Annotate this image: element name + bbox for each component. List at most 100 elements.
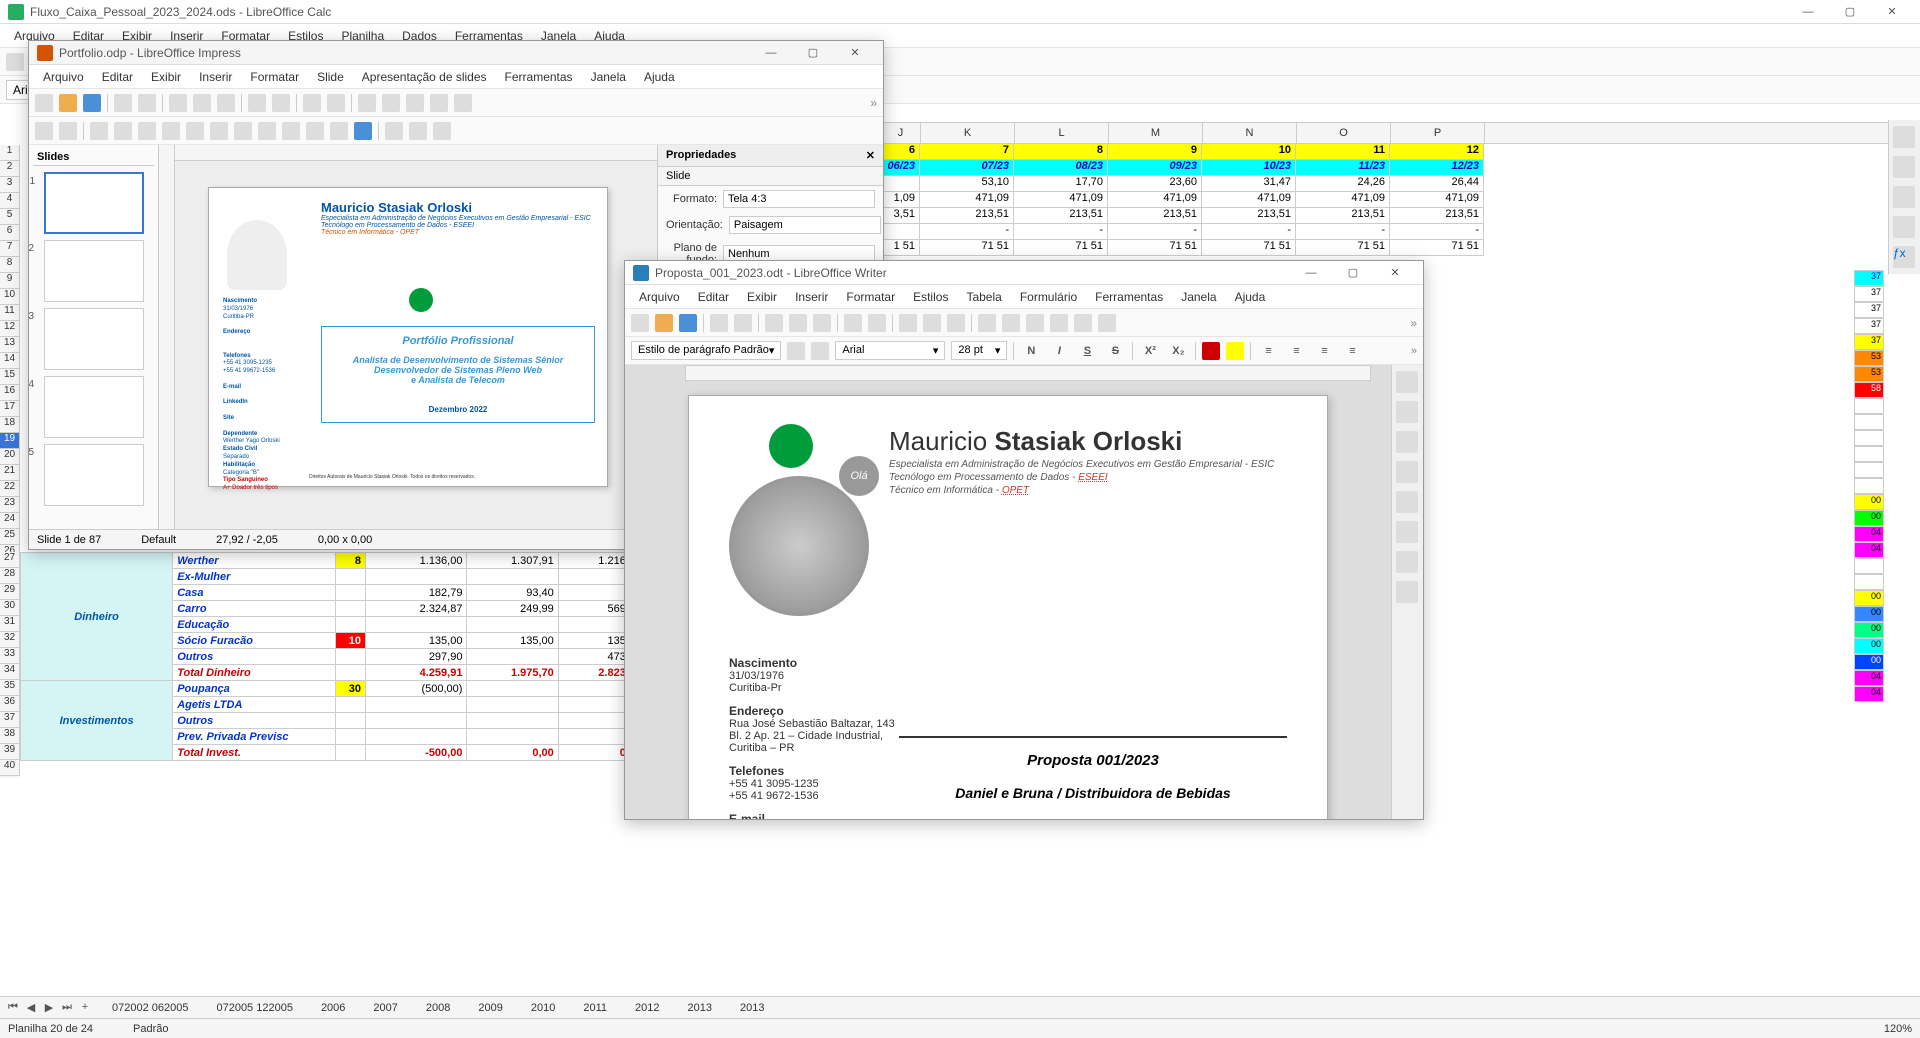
sheet-tab[interactable]: 2013	[732, 1000, 772, 1016]
slide-thumbnail-5[interactable]: 5	[44, 444, 144, 506]
menu-item[interactable]: Janela	[583, 67, 634, 87]
ellipse-icon[interactable]	[138, 122, 156, 140]
menu-item[interactable]: Ajuda	[636, 67, 683, 87]
menu-item[interactable]: Formatar	[838, 287, 903, 307]
cell[interactable]: 471,09	[1108, 192, 1202, 208]
cell[interactable]: -	[1014, 224, 1108, 240]
row-header[interactable]: 33	[0, 648, 20, 664]
close-button[interactable]: ✕	[1375, 262, 1415, 284]
writer-canvas[interactable]: Mauricio Stasiak Orloski Especialista em…	[625, 365, 1391, 819]
find-icon[interactable]	[303, 94, 321, 112]
row-header[interactable]: 4	[0, 193, 20, 209]
cell[interactable]: 12/23	[1390, 160, 1484, 176]
align-left-button[interactable]: ≡	[1257, 340, 1279, 362]
paste-icon[interactable]	[813, 314, 831, 332]
slide-canvas[interactable]: Mauricio Stasiak Orloski Especialista em…	[159, 145, 657, 529]
cell[interactable]: 182,79	[366, 585, 467, 601]
curve-icon[interactable]	[186, 122, 204, 140]
properties-section[interactable]: Slide	[658, 167, 883, 186]
export-pdf-icon[interactable]	[710, 314, 728, 332]
row-header[interactable]: 9	[0, 273, 20, 289]
strike-button[interactable]: S	[1104, 340, 1126, 362]
cell[interactable]: 17,70	[1014, 176, 1108, 192]
cell[interactable]: 1.136,00	[366, 553, 467, 569]
minimize-button[interactable]: —	[1291, 262, 1331, 284]
cell[interactable]: 135,00	[467, 633, 558, 649]
menu-item[interactable]: Apresentação de slides	[354, 67, 495, 87]
zoom-icon[interactable]	[59, 122, 77, 140]
align-icon[interactable]	[409, 122, 427, 140]
cell[interactable]: 0,00	[467, 745, 558, 761]
highlight-icon[interactable]	[1226, 342, 1244, 360]
sheet-tab[interactable]: 072002 062005	[104, 1000, 196, 1016]
row-header[interactable]: 28	[0, 568, 20, 584]
copy-icon[interactable]	[789, 314, 807, 332]
row-header[interactable]: 38	[0, 728, 20, 744]
rotate-icon[interactable]	[385, 122, 403, 140]
textbox-icon[interactable]	[430, 94, 448, 112]
cell[interactable]: 08/23	[1014, 160, 1108, 176]
cell[interactable]	[880, 224, 920, 240]
3d-icon[interactable]	[354, 122, 372, 140]
cell[interactable]: 1.975,70	[467, 665, 558, 681]
connector-icon[interactable]	[210, 122, 228, 140]
cell[interactable]: Ex-Mulher	[173, 569, 335, 585]
sidebar-page-icon[interactable]	[1396, 491, 1418, 513]
print-icon[interactable]	[138, 94, 156, 112]
format-combo[interactable]	[723, 190, 875, 208]
sheet-tab[interactable]: 2007	[365, 1000, 405, 1016]
cell[interactable]: Total Dinheiro	[173, 665, 335, 681]
cell[interactable]: 10/23	[1202, 160, 1296, 176]
align-justify-button[interactable]: ≡	[1341, 340, 1363, 362]
line-icon[interactable]	[90, 122, 108, 140]
col-header[interactable]: L	[1015, 123, 1109, 143]
sheet-tab[interactable]: 072005 122005	[208, 1000, 300, 1016]
font-color-icon[interactable]	[1202, 342, 1220, 360]
cell[interactable]: 26,44	[1390, 176, 1484, 192]
row-header[interactable]: 11	[0, 305, 20, 321]
stars-icon[interactable]	[306, 122, 324, 140]
cell[interactable]: 71 51	[1202, 240, 1296, 256]
cell[interactable]: 213,51	[1202, 208, 1296, 224]
menu-item[interactable]: Ferramentas	[497, 67, 581, 87]
cell[interactable]: 71 51	[1390, 240, 1484, 256]
rect-icon[interactable]	[114, 122, 132, 140]
formatting-marks-icon[interactable]	[947, 314, 965, 332]
callouts-icon[interactable]	[330, 122, 348, 140]
col-header[interactable]: J	[881, 123, 921, 143]
cell[interactable]: 2.324,87	[366, 601, 467, 617]
sidebar-navigator-icon[interactable]	[1893, 216, 1915, 238]
menu-item[interactable]: Janela	[1173, 287, 1224, 307]
sheet-tab[interactable]: 2012	[627, 1000, 667, 1016]
sidebar-styles-icon[interactable]	[1893, 156, 1915, 178]
row-header[interactable]: 13	[0, 337, 20, 353]
cell[interactable]: -	[920, 224, 1014, 240]
cell[interactable]: 8	[1014, 144, 1108, 160]
menu-item[interactable]: Formulário	[1012, 287, 1085, 307]
row-header[interactable]: 15	[0, 369, 20, 385]
cell[interactable]: 213,51	[1108, 208, 1202, 224]
cell[interactable]: 1.307,91	[467, 553, 558, 569]
chart-icon[interactable]	[1026, 314, 1044, 332]
paragraph-style-combo[interactable]: Estilo de parágrafo Padrão▾	[631, 341, 781, 360]
cell[interactable]: 24,26	[1296, 176, 1390, 192]
row-header[interactable]: 36	[0, 696, 20, 712]
row-header[interactable]: 20	[0, 449, 20, 465]
maximize-button[interactable]: ▢	[793, 42, 833, 64]
table-icon[interactable]	[978, 314, 996, 332]
tab-add-icon[interactable]: +	[78, 1001, 92, 1014]
row-header[interactable]: 29	[0, 584, 20, 600]
sidebar-changes-icon[interactable]	[1396, 551, 1418, 573]
row-header[interactable]: 10	[0, 289, 20, 305]
cell[interactable]: -	[1390, 224, 1484, 240]
cell[interactable]: Outros	[173, 713, 335, 729]
cell[interactable]: 9	[1108, 144, 1202, 160]
row-header[interactable]: 23	[0, 497, 20, 513]
cell[interactable]: 213,51	[1014, 208, 1108, 224]
row-header[interactable]: 16	[0, 385, 20, 401]
menu-item[interactable]: Ferramentas	[1087, 287, 1171, 307]
font-name-combo[interactable]: Arial▾	[835, 341, 945, 360]
cell[interactable]: 471,09	[1202, 192, 1296, 208]
sidebar-properties-icon[interactable]	[1893, 126, 1915, 148]
minimize-button[interactable]: —	[1788, 1, 1828, 23]
